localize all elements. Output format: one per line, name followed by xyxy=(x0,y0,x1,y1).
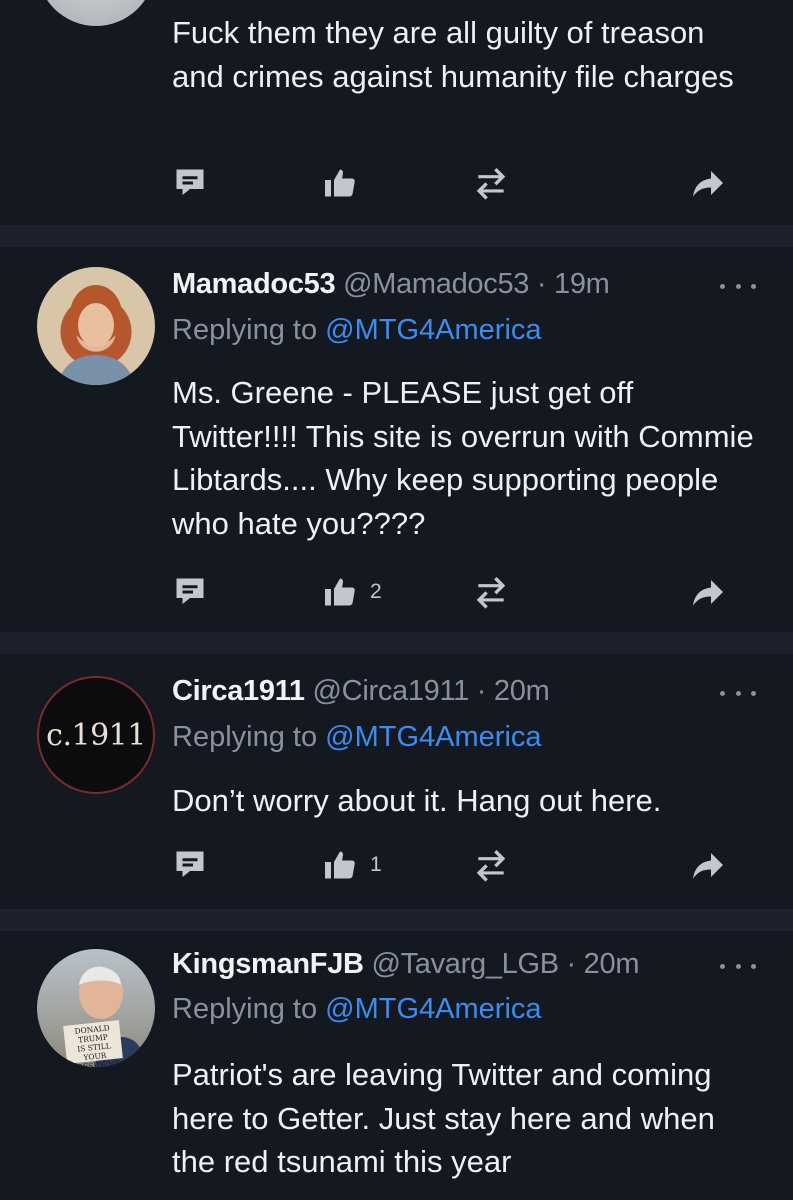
post-header: Mamadoc53 @Mamadoc53 · 19m xyxy=(172,268,723,301)
comment-icon xyxy=(176,578,204,604)
post-0[interactable]: Fuck them they are all guilty of treason… xyxy=(0,0,793,225)
more-options-button[interactable] xyxy=(720,688,756,698)
user-handle[interactable]: @Tavarg_LGB xyxy=(371,948,559,980)
share-button[interactable] xyxy=(690,163,726,203)
post-header: Circa1911 @Circa1911 · 20m xyxy=(172,675,723,708)
dot-icon xyxy=(751,283,756,289)
dot-icon xyxy=(720,690,725,696)
more-options-button[interactable] xyxy=(720,961,756,971)
comment-button[interactable] xyxy=(172,163,208,203)
thumbs-up-icon xyxy=(325,169,355,197)
thumbs-up-icon xyxy=(325,851,355,879)
replying-prefix: Replying to xyxy=(172,721,318,753)
dot-icon xyxy=(735,690,741,696)
dot-icon xyxy=(720,283,725,289)
separator-dot: · xyxy=(536,268,547,300)
post-body: Don’t worry about it. Hang out here. xyxy=(172,783,662,818)
avatar[interactable]: c.1911 xyxy=(37,676,155,794)
display-name[interactable]: KingsmanFJB xyxy=(172,948,364,980)
post-3[interactable]: DONALD TRUMP IS STILL YOUR PRESIDENT Kin… xyxy=(0,931,793,1200)
avatar[interactable] xyxy=(37,0,155,26)
comment-button[interactable] xyxy=(172,572,208,612)
mention-link[interactable]: @MTG4America xyxy=(325,314,541,346)
repost-icon xyxy=(476,849,506,882)
post-1[interactable]: Mamadoc53 @Mamadoc53 · 19m Replying to @… xyxy=(0,247,793,632)
repost-button[interactable] xyxy=(472,163,510,203)
thumbs-up-icon xyxy=(325,578,355,606)
display-name[interactable]: Mamadoc53 xyxy=(172,268,336,300)
like-count: 1 xyxy=(370,853,382,876)
repost-icon xyxy=(476,576,506,609)
timestamp[interactable]: 20m xyxy=(494,675,550,707)
more-options-button[interactable] xyxy=(720,281,756,291)
post-body: Fuck them they are all guilty of treason… xyxy=(172,15,734,94)
avatar-logo-text: c.1911 xyxy=(46,717,146,753)
repost-button[interactable] xyxy=(472,572,510,612)
timestamp[interactable]: 20m xyxy=(584,948,640,980)
post-divider xyxy=(0,909,793,931)
dot-icon xyxy=(735,963,741,969)
replying-prefix: Replying to xyxy=(172,993,318,1025)
repost-icon xyxy=(476,167,506,200)
like-button[interactable]: 1 xyxy=(322,845,382,885)
reply-feed: Fuck them they are all guilty of treason… xyxy=(0,0,793,1200)
avatar[interactable]: DONALD TRUMP IS STILL YOUR PRESIDENT xyxy=(37,949,155,1067)
repost-button[interactable] xyxy=(472,845,510,885)
replying-prefix: Replying to xyxy=(172,314,318,346)
dot-icon xyxy=(751,690,756,696)
replying-to: Replying to @MTG4America xyxy=(172,314,542,347)
separator-dot: · xyxy=(476,675,487,707)
display-name[interactable]: Circa1911 xyxy=(172,675,305,707)
like-count: 2 xyxy=(370,580,382,603)
like-button[interactable] xyxy=(322,163,370,203)
post-actions xyxy=(0,163,793,203)
user-handle[interactable]: @Mamadoc53 xyxy=(343,268,529,300)
like-button[interactable]: 2 xyxy=(322,572,382,612)
mention-link[interactable]: @MTG4America xyxy=(325,721,541,753)
share-button[interactable] xyxy=(690,572,726,612)
post-actions: 2 xyxy=(0,572,793,612)
dot-icon xyxy=(720,963,725,969)
post-body: Ms. Greene - PLEASE just get off Twitter… xyxy=(172,375,754,541)
post-actions: 1 xyxy=(0,845,793,885)
share-button[interactable] xyxy=(690,845,726,885)
user-handle[interactable]: @Circa1911 xyxy=(313,675,470,707)
post-divider xyxy=(0,632,793,654)
dot-icon xyxy=(735,283,741,289)
avatar-sign-text: DONALD TRUMP IS STILL YOUR PRESIDENT xyxy=(63,1022,125,1067)
replying-to: Replying to @MTG4America xyxy=(172,721,542,754)
timestamp[interactable]: 19m xyxy=(554,268,610,300)
avatar[interactable] xyxy=(37,267,155,385)
post-2[interactable]: c.1911 Circa1911 @Circa1911 · 20m Replyi… xyxy=(0,654,793,909)
dot-icon xyxy=(751,963,756,969)
separator-dot: · xyxy=(566,948,577,980)
share-arrow-icon xyxy=(693,171,723,197)
profile-photo xyxy=(57,285,135,385)
share-arrow-icon xyxy=(693,580,723,606)
mention-link[interactable]: @MTG4America xyxy=(325,993,541,1025)
replying-to: Replying to @MTG4America xyxy=(172,993,542,1026)
post-header: KingsmanFJB @Tavarg_LGB · 20m xyxy=(172,948,723,981)
post-divider xyxy=(0,225,793,247)
comment-icon xyxy=(176,851,204,877)
comment-button[interactable] xyxy=(172,845,208,885)
post-body: Patriot's are leaving Twitter and coming… xyxy=(172,1057,715,1179)
comment-icon xyxy=(176,169,204,195)
share-arrow-icon xyxy=(693,853,723,879)
